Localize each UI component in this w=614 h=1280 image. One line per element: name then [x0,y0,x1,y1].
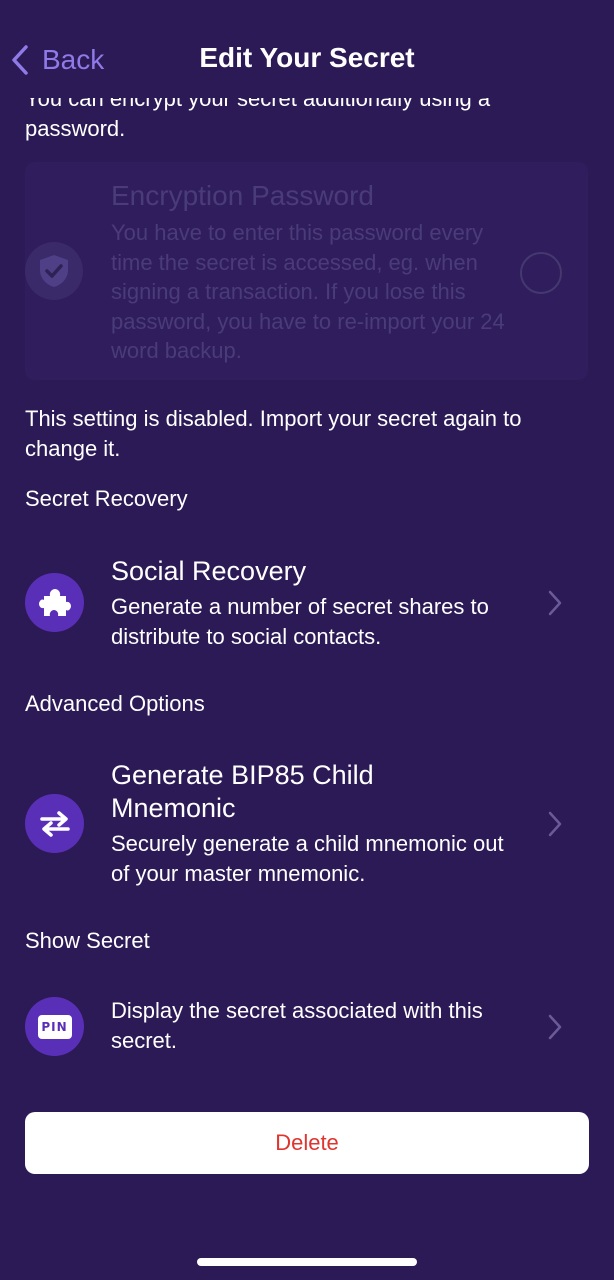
show-secret-row[interactable]: PIN Display the secret associated with t… [25,990,588,1065]
pin-icon: PIN [25,997,84,1056]
bip85-title: Generate BIP85 Child Mnemonic [111,760,374,823]
shield-check-icon [25,242,83,300]
page-title: Edit Your Secret [199,42,415,73]
chevron-right-icon [548,590,562,616]
pin-icon-label: PIN [41,1019,68,1034]
delete-button[interactable]: Delete [25,1112,589,1174]
nav-bar: Back Edit Your Secret [0,0,614,98]
show-secret-description: Display the secret associated with this … [111,998,483,1053]
social-recovery-description: Generate a number of secret shares to di… [111,594,489,649]
edit-secret-screen: You can encrypt your secret additionally… [0,0,614,1280]
social-recovery-title: Social Recovery [111,556,307,586]
disabled-note: This setting is disabled. Import your se… [25,406,522,461]
chevron-right-icon [548,811,562,837]
home-indicator[interactable] [197,1258,417,1266]
section-title-advanced-options: Advanced Options [25,691,205,716]
chevron-right-icon [548,1014,562,1040]
encryption-password-description: You have to enter this password every ti… [111,220,505,363]
social-recovery-row[interactable]: Social Recovery Generate a number of sec… [25,550,588,650]
encryption-password-title: Encryption Password [111,180,375,211]
scroll-content[interactable]: You can encrypt your secret additionally… [0,0,614,1280]
encryption-password-option: Encryption Password You have to enter th… [25,162,588,380]
bip85-row[interactable]: Generate BIP85 Child Mnemonic Securely g… [25,755,588,890]
bip85-description: Securely generate a child mnemonic out o… [111,831,504,886]
section-title-secret-recovery: Secret Recovery [25,486,188,511]
section-title-show-secret: Show Secret [25,928,150,953]
swap-arrows-icon [25,794,84,853]
encryption-radio-button [520,252,562,294]
puzzle-icon [25,573,84,632]
